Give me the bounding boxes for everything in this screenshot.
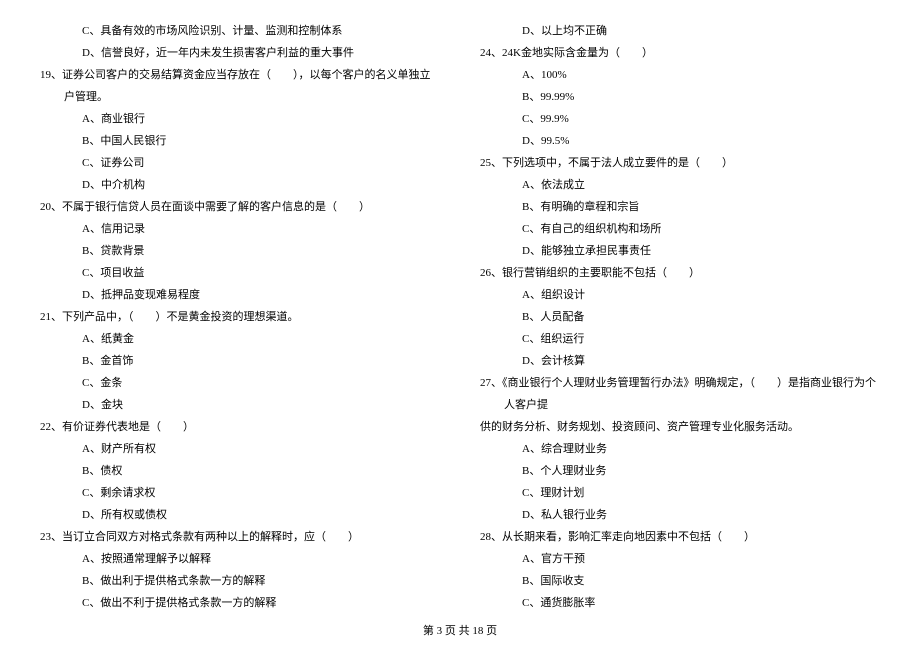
page-footer: 第 3 页 共 18 页 — [0, 620, 920, 642]
question-text: 证券公司客户的交易结算资金应当存放在（ ），以每个客户的名义单独立户管理。 — [62, 69, 431, 103]
option-text: C、99.9% — [522, 108, 880, 130]
option-text: B、有明确的章程和宗旨 — [522, 196, 880, 218]
option-text: B、国际收支 — [522, 570, 880, 592]
option-text: A、100% — [522, 64, 880, 86]
question-num: 26、 — [480, 267, 502, 279]
option-text: C、做出不利于提供格式条款一方的解释 — [82, 592, 440, 614]
option-text: D、中介机构 — [82, 174, 440, 196]
question-26: 26、银行营销组织的主要职能不包括（ ） — [480, 262, 880, 284]
question-28: 28、从长期来看，影响汇率走向地因素中不包括（ ） — [480, 526, 880, 548]
question-num: 25、 — [480, 157, 502, 169]
question-22: 22、有价证券代表地是（ ） — [40, 416, 440, 438]
option-text: A、信用记录 — [82, 218, 440, 240]
question-num: 22、 — [40, 421, 62, 433]
question-text: 从长期来看，影响汇率走向地因素中不包括（ ） — [502, 531, 755, 543]
option-text: D、能够独立承担民事责任 — [522, 240, 880, 262]
right-column: D、以上均不正确 24、24K金地实际含金量为（ ） A、100% B、99.9… — [480, 20, 880, 614]
question-continuation: 供的财务分析、财务规划、投资顾问、资产管理专业化服务活动。 — [480, 416, 880, 438]
option-text: A、官方干预 — [522, 548, 880, 570]
question-text: 银行营销组织的主要职能不包括（ ） — [502, 267, 700, 279]
question-20: 20、不属于银行信贷人员在面谈中需要了解的客户信息的是（ ） — [40, 196, 440, 218]
left-column: C、具备有效的市场风险识别、计量、监测和控制体系 D、信誉良好，近一年内未发生损… — [40, 20, 440, 614]
two-column-layout: C、具备有效的市场风险识别、计量、监测和控制体系 D、信誉良好，近一年内未发生损… — [40, 20, 880, 614]
option-text: D、会计核算 — [522, 350, 880, 372]
option-text: A、财产所有权 — [82, 438, 440, 460]
option-text: C、证券公司 — [82, 152, 440, 174]
question-text: 当订立合同双方对格式条款有两种以上的解释时，应（ ） — [62, 531, 359, 543]
option-text: C、组织运行 — [522, 328, 880, 350]
question-21: 21、下列产品中，（ ）不是黄金投资的理想渠道。 — [40, 306, 440, 328]
question-19: 19、证券公司客户的交易结算资金应当存放在（ ），以每个客户的名义单独立户管理。 — [40, 64, 440, 108]
option-text: D、以上均不正确 — [522, 20, 880, 42]
question-24: 24、24K金地实际含金量为（ ） — [480, 42, 880, 64]
option-text: C、具备有效的市场风险识别、计量、监测和控制体系 — [82, 20, 440, 42]
option-text: A、按照通常理解予以解释 — [82, 548, 440, 570]
question-num: 27、 — [480, 377, 502, 389]
question-num: 28、 — [480, 531, 502, 543]
question-num: 24、 — [480, 47, 502, 59]
question-text: 《商业银行个人理财业务管理暂行办法》明确规定，（ ）是指商业银行为个人客户提 — [502, 377, 876, 411]
question-text: 有价证券代表地是（ ） — [62, 421, 194, 433]
option-text: C、有自己的组织机构和场所 — [522, 218, 880, 240]
option-text: B、贷款背景 — [82, 240, 440, 262]
option-text: B、99.99% — [522, 86, 880, 108]
option-text: B、金首饰 — [82, 350, 440, 372]
question-27: 27、《商业银行个人理财业务管理暂行办法》明确规定，（ ）是指商业银行为个人客户… — [480, 372, 880, 416]
question-text: 24K金地实际含金量为（ ） — [502, 47, 653, 59]
question-num: 20、 — [40, 201, 62, 213]
option-text: D、金块 — [82, 394, 440, 416]
option-text: D、所有权或债权 — [82, 504, 440, 526]
option-text: A、纸黄金 — [82, 328, 440, 350]
option-text: B、人员配备 — [522, 306, 880, 328]
option-text: A、商业银行 — [82, 108, 440, 130]
option-text: A、依法成立 — [522, 174, 880, 196]
question-text: 下列产品中，（ ）不是黄金投资的理想渠道。 — [62, 311, 299, 323]
option-text: D、信誉良好，近一年内未发生损害客户利益的重大事件 — [82, 42, 440, 64]
option-text: C、通货膨胀率 — [522, 592, 880, 614]
option-text: D、私人银行业务 — [522, 504, 880, 526]
option-text: C、金条 — [82, 372, 440, 394]
question-text: 下列选项中，不属于法人成立要件的是（ ） — [502, 157, 733, 169]
option-text: C、理财计划 — [522, 482, 880, 504]
option-text: D、99.5% — [522, 130, 880, 152]
option-text: B、中国人民银行 — [82, 130, 440, 152]
question-23: 23、当订立合同双方对格式条款有两种以上的解释时，应（ ） — [40, 526, 440, 548]
option-text: C、剩余请求权 — [82, 482, 440, 504]
option-text: A、组织设计 — [522, 284, 880, 306]
question-num: 19、 — [40, 69, 62, 81]
question-num: 21、 — [40, 311, 62, 323]
option-text: B、债权 — [82, 460, 440, 482]
option-text: D、抵押品变现难易程度 — [82, 284, 440, 306]
option-text: A、综合理财业务 — [522, 438, 880, 460]
question-num: 23、 — [40, 531, 62, 543]
option-text: B、做出利于提供格式条款一方的解释 — [82, 570, 440, 592]
option-text: C、项目收益 — [82, 262, 440, 284]
question-25: 25、下列选项中，不属于法人成立要件的是（ ） — [480, 152, 880, 174]
question-text: 不属于银行信贷人员在面谈中需要了解的客户信息的是（ ） — [62, 201, 370, 213]
option-text: B、个人理财业务 — [522, 460, 880, 482]
